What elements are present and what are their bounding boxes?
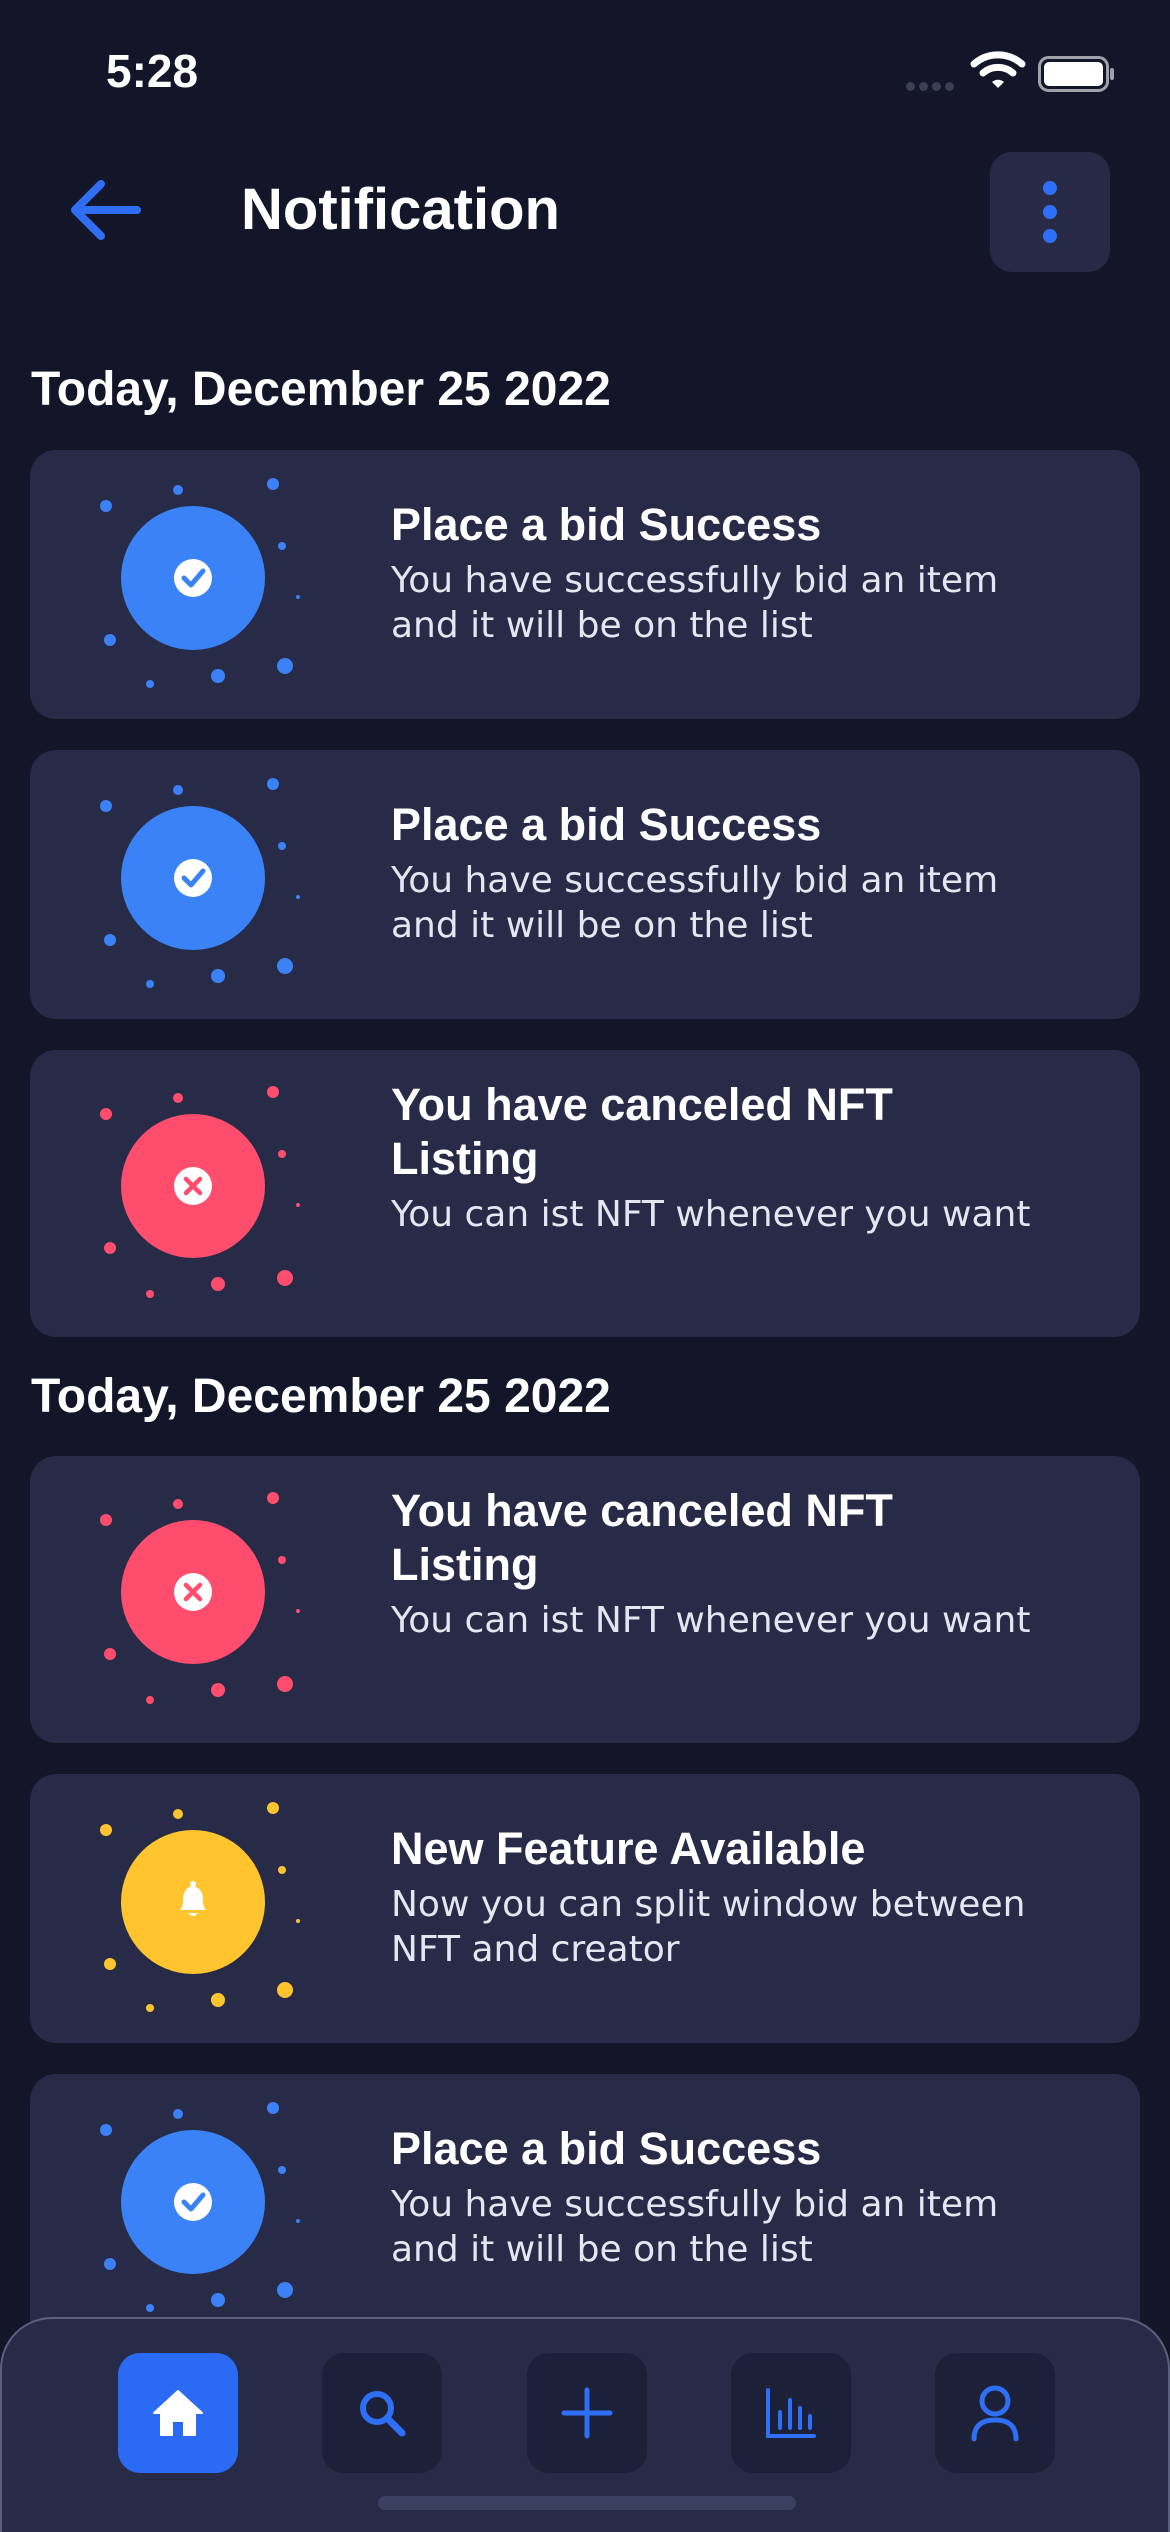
notification-body: Now you can split window between NFT and…: [391, 1884, 1026, 1970]
wifi-icon: [970, 51, 1026, 88]
canceled-badge-icon: [100, 1492, 300, 1704]
bar-chart-icon: [766, 2388, 816, 2438]
plus-icon: [561, 2387, 613, 2439]
search-icon: [360, 2391, 406, 2437]
success-badge-icon: [100, 2102, 300, 2312]
notification-body: You have successfully bid an item and it…: [391, 560, 999, 646]
notification-card[interactable]: Place a bid Success You have successfull…: [30, 2074, 1140, 2343]
more-vertical-icon: [1043, 181, 1057, 243]
battery-icon: [1038, 56, 1114, 92]
success-badge-icon: [100, 778, 300, 988]
section-date-heading: Today, December 25 2022: [31, 363, 611, 416]
section-date-heading: Today, December 25 2022: [31, 1370, 611, 1423]
more-options-button[interactable]: [990, 152, 1110, 272]
notification-body: You have successfully bid an item and it…: [391, 860, 999, 946]
notification-title: Place a bid Success: [391, 2123, 822, 2174]
notification-title: You have canceled NFT Listing: [391, 1079, 893, 1184]
notification-card[interactable]: Place a bid Success You have successfull…: [30, 450, 1140, 719]
notification-card[interactable]: New Feature Available Now you can split …: [30, 1774, 1140, 2043]
canceled-badge-icon: [100, 1086, 300, 1298]
notification-body: You can ist NFT whenever you want: [391, 1600, 1031, 1641]
notification-card[interactable]: Place a bid Success You have successfull…: [30, 750, 1140, 1019]
status-time: 5:28: [106, 45, 199, 97]
tab-search[interactable]: [322, 2353, 442, 2473]
notification-body: You can ist NFT whenever you want: [391, 1194, 1031, 1235]
notification-body: You have successfully bid an item and it…: [391, 2184, 999, 2270]
status-bar: 5:28: [0, 0, 1170, 140]
back-button[interactable]: [60, 170, 150, 250]
home-indicator: [378, 2496, 796, 2510]
notification-title: New Feature Available: [391, 1823, 866, 1874]
home-icon: [153, 2390, 203, 2436]
notification-card[interactable]: You have canceled NFT Listing You can is…: [30, 1050, 1140, 1337]
tab-stats[interactable]: [731, 2353, 851, 2473]
notification-title: You have canceled NFT Listing: [391, 1485, 893, 1590]
page-title: Notification: [241, 177, 560, 242]
notification-card[interactable]: You have canceled NFT Listing You can is…: [30, 1456, 1140, 1743]
tab-create[interactable]: [527, 2353, 647, 2473]
notification-title: Place a bid Success: [391, 499, 822, 550]
tab-profile[interactable]: [935, 2353, 1055, 2473]
arrow-left-icon: [71, 180, 141, 240]
bottom-tab-bar: [0, 2317, 1170, 2532]
app-header: Notification: [0, 140, 1170, 280]
user-icon: [971, 2385, 1019, 2442]
cellular-signal-icon: [906, 82, 954, 91]
notification-title: Place a bid Success: [391, 799, 822, 850]
bell-badge-icon: [100, 1802, 300, 2012]
success-badge-icon: [100, 478, 300, 688]
tab-home[interactable]: [118, 2353, 238, 2473]
